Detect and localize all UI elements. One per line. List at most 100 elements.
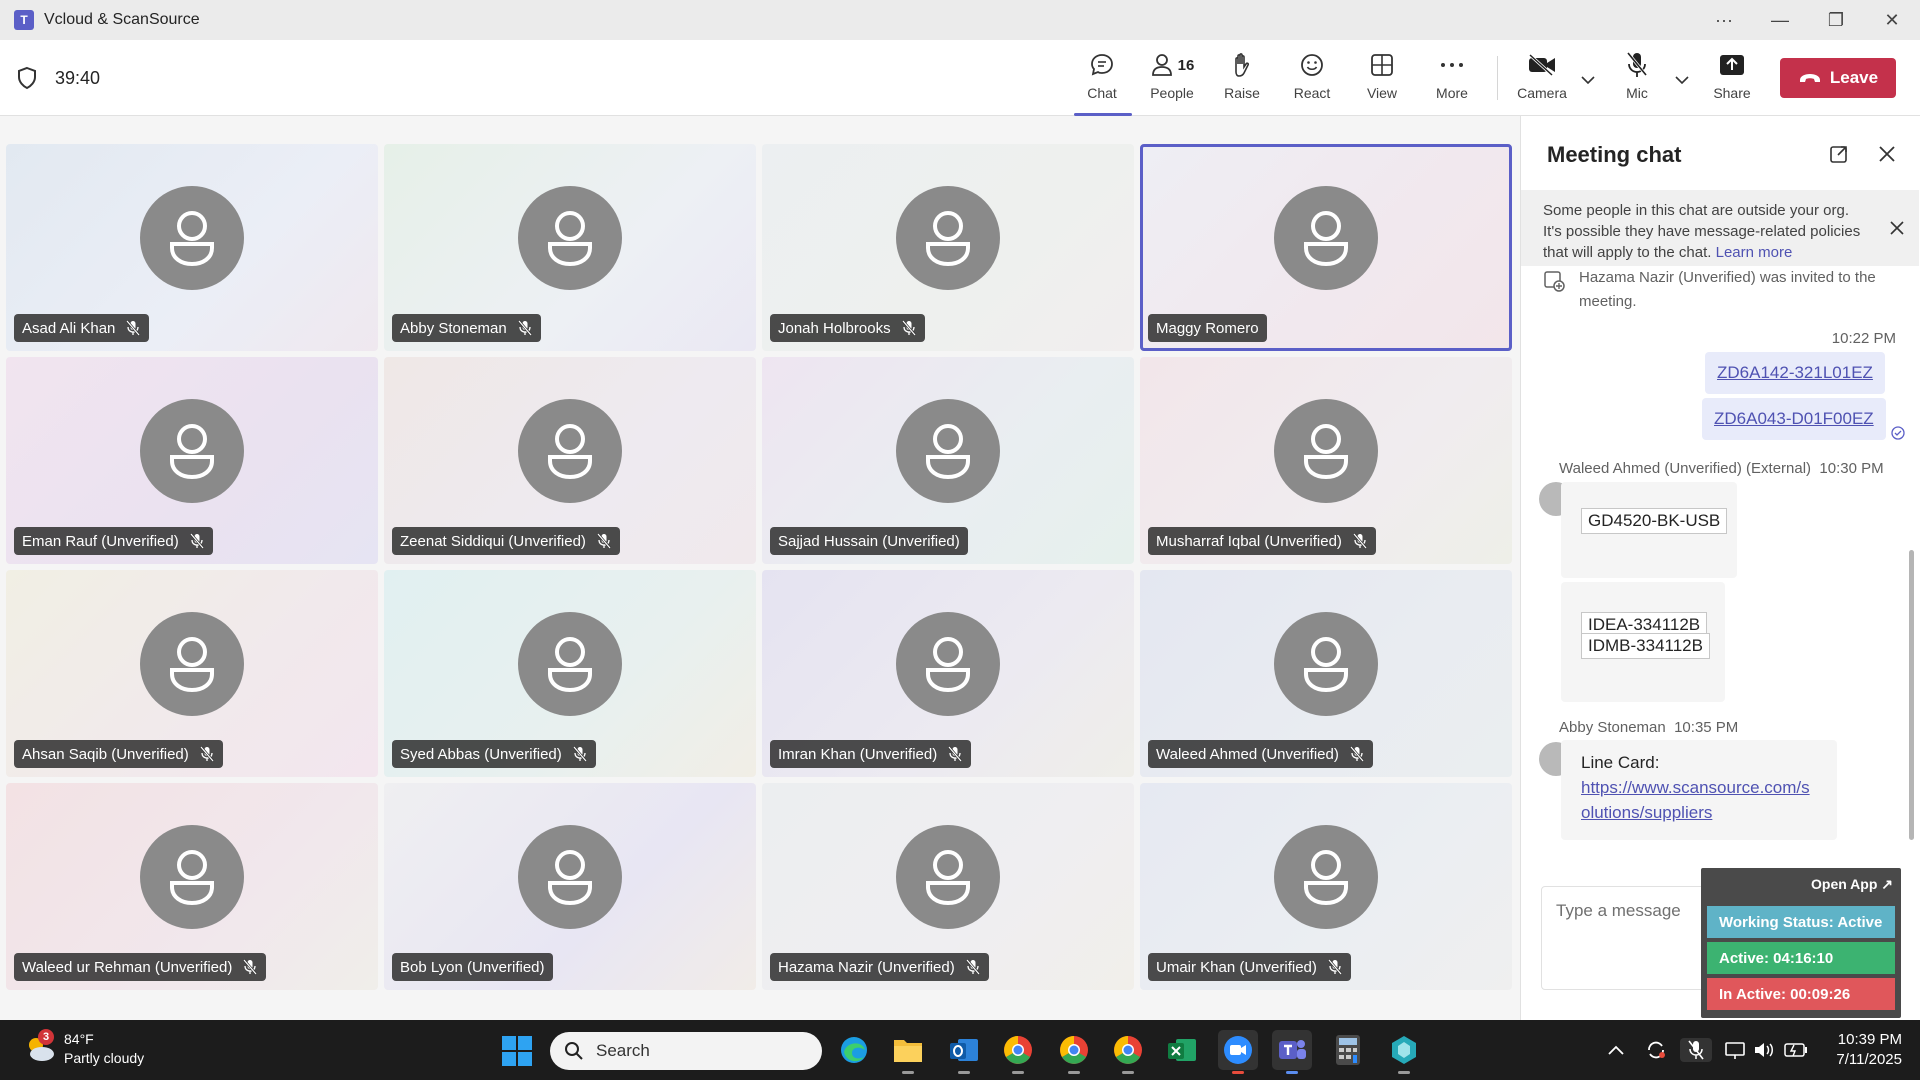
battery-icon[interactable]	[1782, 1038, 1810, 1062]
network-icon[interactable]	[1722, 1038, 1748, 1062]
weather-desc: Partly cloudy	[64, 1050, 145, 1066]
sync-icon[interactable]	[1642, 1038, 1670, 1062]
people-button[interactable]: 16 People	[1140, 50, 1204, 110]
raise-hand-button[interactable]: Raise	[1210, 50, 1274, 110]
muted-mic-icon	[517, 320, 532, 336]
avatar	[1274, 398, 1378, 503]
minimize-button[interactable]: —	[1752, 0, 1808, 40]
participant-name-tag: Jonah Holbrooks	[770, 314, 925, 342]
participant-name-tag: Maggy Romero	[1148, 314, 1267, 342]
message-text: Line Card:	[1581, 753, 1660, 772]
meeting-toolbar: 39:40 Chat 16 People Raise React View Mo…	[0, 40, 1920, 116]
supplier-link[interactable]: https://www.scansource.com/s olutions/sup…	[1581, 775, 1837, 825]
chat-scrollbar[interactable]	[1909, 550, 1914, 840]
react-button[interactable]: React	[1280, 50, 1344, 110]
mic-options-chevron-icon[interactable]	[1672, 70, 1692, 90]
window-controls: ··· — ❐ ✕	[1696, 0, 1920, 40]
vpn-app-icon[interactable]	[1384, 1030, 1424, 1074]
weather-widget[interactable]: 3 84°F Partly cloudy	[22, 1029, 144, 1068]
people-icon	[1151, 54, 1172, 76]
participant-tile[interactable]: Umair Khan (Unverified)	[1140, 783, 1512, 990]
muted-mic-icon	[189, 533, 204, 549]
dismiss-notice-icon[interactable]	[1889, 220, 1905, 236]
participant-name: Zeenat Siddiqui (Unverified)	[400, 532, 586, 550]
windows-taskbar: 3 84°F Partly cloudy Search 10:39 PM 7/1…	[0, 1020, 1920, 1080]
chrome-profile-icon[interactable]	[1054, 1030, 1094, 1074]
view-button[interactable]: View	[1350, 50, 1414, 110]
volume-icon[interactable]	[1752, 1038, 1776, 1062]
participant-tile[interactable]: Musharraf Iqbal (Unverified)	[1140, 357, 1512, 564]
participant-tile[interactable]: Eman Rauf (Unverified)	[6, 357, 378, 564]
maximize-button[interactable]: ❐	[1808, 0, 1864, 40]
chrome-icon[interactable]	[998, 1030, 1038, 1074]
chevron-up-icon[interactable]	[1604, 1038, 1628, 1062]
participant-tile-active-speaker[interactable]: Maggy Romero	[1140, 144, 1512, 351]
zoom-icon[interactable]	[1218, 1030, 1258, 1074]
message-code: IDMB-334112B	[1581, 633, 1710, 659]
system-message: Hazama Nazir (Unverified) was invited to…	[1579, 269, 1876, 310]
share-button[interactable]: Share	[1700, 50, 1764, 110]
more-button[interactable]: More	[1420, 50, 1484, 110]
active-time-badge: Active: 04:16:10	[1707, 942, 1895, 974]
calculator-icon[interactable]	[1328, 1030, 1368, 1070]
teams-icon[interactable]	[1272, 1030, 1312, 1074]
participant-name-tag: Hazama Nazir (Unverified)	[770, 953, 989, 981]
muted-mic-icon	[243, 959, 258, 975]
windows-start-icon[interactable]	[502, 1036, 532, 1066]
avatar	[896, 185, 1000, 290]
chat-button[interactable]: Chat	[1070, 50, 1134, 116]
camera-button[interactable]: Camera	[1510, 50, 1574, 110]
part-number-link[interactable]: ZD6A142-321L01EZ	[1717, 363, 1873, 383]
message-code: GD4520-BK-USB	[1581, 508, 1728, 534]
excel-icon[interactable]	[1162, 1030, 1202, 1070]
learn-more-link[interactable]: Learn more	[1716, 244, 1793, 261]
participant-tile[interactable]: Zeenat Siddiqui (Unverified)	[384, 357, 756, 564]
file-explorer-icon[interactable]	[888, 1030, 928, 1074]
participant-tile[interactable]: Hazama Nazir (Unverified)	[762, 783, 1134, 990]
running-indicator	[1122, 1071, 1134, 1074]
camera-off-icon	[1527, 50, 1557, 80]
taskbar-search[interactable]: Search	[550, 1032, 822, 1070]
edge-icon[interactable]	[834, 1030, 874, 1070]
share-label: Share	[1713, 85, 1751, 101]
muted-mic-icon	[901, 320, 916, 336]
participant-name: Ahsan Saqib (Unverified)	[22, 745, 189, 763]
avatar	[896, 824, 1000, 929]
running-indicator	[1012, 1071, 1024, 1074]
avatar	[518, 824, 622, 929]
participant-tile[interactable]: Sajjad Hussain (Unverified)	[762, 357, 1134, 564]
participant-name-tag: Imran Khan (Unverified)	[770, 740, 972, 768]
participant-tile[interactable]: Imran Khan (Unverified)	[762, 570, 1134, 777]
chat-icon	[1087, 50, 1117, 80]
external-org-notice: Some people in this chat are outside you…	[1521, 190, 1919, 266]
leave-button[interactable]: Leave	[1780, 58, 1896, 98]
participant-tile[interactable]: Syed Abbas (Unverified)	[384, 570, 756, 777]
participant-tile[interactable]: Abby Stoneman	[384, 144, 756, 351]
participant-name: Maggy Romero	[1156, 319, 1259, 337]
pop-out-icon[interactable]	[1829, 144, 1849, 164]
participant-tile[interactable]: Waleed ur Rehman (Unverified)	[6, 783, 378, 990]
open-app-button[interactable]: Open App ↗	[1811, 876, 1893, 893]
my-message-bubble: ZD6A142-321L01EZ	[1705, 352, 1885, 394]
part-number-link[interactable]: ZD6A043-D01F00EZ	[1714, 409, 1874, 429]
mic-label: Mic	[1626, 85, 1648, 101]
participant-name: Umair Khan (Unverified)	[1156, 958, 1317, 976]
participant-tile[interactable]: Waleed Ahmed (Unverified)	[1140, 570, 1512, 777]
mic-button[interactable]: Mic	[1605, 50, 1669, 110]
mic-muted-tray-icon[interactable]	[1680, 1038, 1712, 1062]
read-receipt-icon	[1891, 426, 1905, 440]
participant-tile[interactable]: Ahsan Saqib (Unverified)	[6, 570, 378, 777]
close-chat-icon[interactable]	[1877, 144, 1897, 164]
participant-tile[interactable]: Bob Lyon (Unverified)	[384, 783, 756, 990]
participant-tile[interactable]: Jonah Holbrooks	[762, 144, 1134, 351]
weather-text: 84°F Partly cloudy	[64, 1030, 144, 1068]
participant-tile[interactable]: Asad Ali Khan	[6, 144, 378, 351]
more-options-icon[interactable]: ···	[1696, 0, 1752, 40]
camera-options-chevron-icon[interactable]	[1578, 70, 1598, 90]
taskbar-clock[interactable]: 10:39 PM 7/11/2025	[1822, 1030, 1902, 1070]
outlook-icon[interactable]	[944, 1030, 984, 1074]
chrome-profile-icon[interactable]	[1108, 1030, 1148, 1074]
participant-name: Eman Rauf (Unverified)	[22, 532, 179, 550]
close-window-button[interactable]: ✕	[1864, 0, 1920, 40]
muted-mic-icon	[948, 746, 963, 762]
